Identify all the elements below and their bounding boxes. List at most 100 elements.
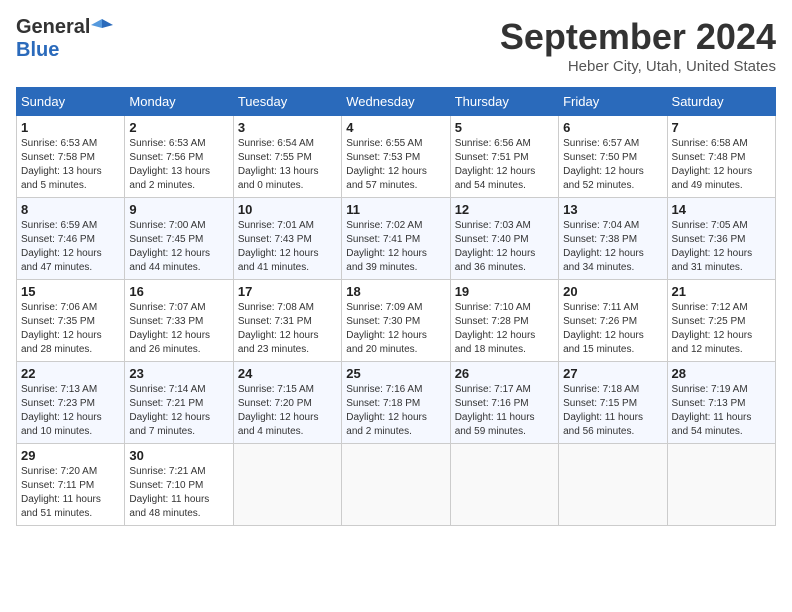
day-info: Sunrise: 7:09 AMSunset: 7:30 PMDaylight:… [346,301,445,357]
calendar-cell: 12Sunrise: 7:03 AMSunset: 7:40 PMDayligh… [450,198,558,280]
day-info: Sunrise: 7:18 AMSunset: 7:15 PMDaylight:… [563,383,662,439]
day-number: 14 [672,202,771,217]
calendar-cell: 25 Sunrise: 7:16 AMSunset: 7:18 PMDayligh… [342,362,450,444]
day-info: Sunrise: 7:20 AMSunset: 7:11 PMDaylight:… [21,465,120,521]
day-number: 4 [346,120,445,135]
day-info: Sunrise: 6:57 AMSunset: 7:50 PMDaylight:… [563,137,662,193]
day-info: Sunrise: 6:54 AMSunset: 7:55 PMDaylight:… [238,137,337,193]
day-info: Sunrise: 7:21 AMSunset: 7:10 PMDaylight:… [129,465,228,521]
day-info: Sunrise: 7:10 AMSunset: 7:28 PMDaylight:… [455,301,554,357]
header-friday: Friday [559,88,667,116]
day-number: 24 [238,366,337,381]
day-number: 8 [21,202,120,217]
page-container: General Blue September 2024 Heber City, … [16,16,776,526]
calendar-cell: 5 Sunrise: 6:56 AMSunset: 7:51 PMDaylight… [450,116,558,198]
logo-general-text: General [16,16,90,39]
day-info: Sunrise: 7:16 AMSunset: 7:18 PMDaylight:… [346,383,445,439]
logo-blue-text: Blue [16,39,59,61]
calendar-table: Sunday Monday Tuesday Wednesday Thursday… [16,87,776,526]
day-number: 20 [563,284,662,299]
day-number: 21 [672,284,771,299]
day-info: Sunrise: 6:58 AMSunset: 7:48 PMDaylight:… [672,137,771,193]
header-tuesday: Tuesday [233,88,341,116]
calendar-cell: 7 Sunrise: 6:58 AMSunset: 7:48 PMDaylight… [667,116,775,198]
calendar-cell: 9Sunrise: 7:00 AMSunset: 7:45 PMDaylight… [125,198,233,280]
calendar-week-row: 1Sunrise: 6:53 AMSunset: 7:58 PMDaylight… [17,116,776,198]
day-number: 17 [238,284,337,299]
day-number: 6 [563,120,662,135]
day-info: Sunrise: 7:11 AMSunset: 7:26 PMDaylight:… [563,301,662,357]
day-info: Sunrise: 7:14 AMSunset: 7:21 PMDaylight:… [129,383,228,439]
calendar-cell: 15 Sunrise: 7:06 AMSunset: 7:35 PMDayligh… [17,280,125,362]
calendar-cell: 22 Sunrise: 7:13 AMSunset: 7:23 PMDayligh… [17,362,125,444]
day-info: Sunrise: 7:08 AMSunset: 7:31 PMDaylight:… [238,301,337,357]
calendar-week-row: 15 Sunrise: 7:06 AMSunset: 7:35 PMDayligh… [17,280,776,362]
day-info: Sunrise: 6:56 AMSunset: 7:51 PMDaylight:… [455,137,554,193]
calendar-cell [450,444,558,526]
calendar-cell: 13 Sunrise: 7:04 AMSunset: 7:38 PMDayligh… [559,198,667,280]
calendar-cell: 10Sunrise: 7:01 AMSunset: 7:43 PMDayligh… [233,198,341,280]
day-info: Sunrise: 7:02 AMSunset: 7:41 PMDaylight:… [346,219,445,275]
day-info: Sunrise: 6:55 AMSunset: 7:53 PMDaylight:… [346,137,445,193]
calendar-cell [667,444,775,526]
day-info: Sunrise: 6:59 AMSunset: 7:46 PMDaylight:… [21,219,120,275]
day-info: Sunrise: 7:13 AMSunset: 7:23 PMDaylight:… [21,383,120,439]
day-info: Sunrise: 7:04 AMSunset: 7:38 PMDaylight:… [563,219,662,275]
day-number: 23 [129,366,228,381]
calendar-cell [233,444,341,526]
calendar-cell: 1Sunrise: 6:53 AMSunset: 7:58 PMDaylight… [17,116,125,198]
calendar-cell: 24Sunrise: 7:15 AMSunset: 7:20 PMDayligh… [233,362,341,444]
calendar-cell: 2 Sunrise: 6:53 AMSunset: 7:56 PMDaylight… [125,116,233,198]
calendar-cell: 30 Sunrise: 7:21 AMSunset: 7:10 PMDayligh… [125,444,233,526]
day-number: 25 [346,366,445,381]
day-number: 22 [21,366,120,381]
calendar-cell: 20 Sunrise: 7:11 AMSunset: 7:26 PMDayligh… [559,280,667,362]
day-number: 2 [129,120,228,135]
day-number: 10 [238,202,337,217]
title-section: September 2024 Heber City, Utah, United … [500,16,776,75]
month-title: September 2024 [500,16,776,58]
day-info: Sunrise: 7:00 AMSunset: 7:45 PMDaylight:… [129,219,228,275]
logo: General Blue [16,16,114,62]
day-info: Sunrise: 7:07 AMSunset: 7:33 PMDaylight:… [129,301,228,357]
day-number: 28 [672,366,771,381]
calendar-cell: 23 Sunrise: 7:14 AMSunset: 7:21 PMDayligh… [125,362,233,444]
day-number: 11 [346,202,445,217]
calendar-cell: 6 Sunrise: 6:57 AMSunset: 7:50 PMDaylight… [559,116,667,198]
day-info: Sunrise: 7:05 AMSunset: 7:36 PMDaylight:… [672,219,771,275]
weekday-header-row: Sunday Monday Tuesday Wednesday Thursday… [17,88,776,116]
calendar-cell: 11 Sunrise: 7:02 AMSunset: 7:41 PMDayligh… [342,198,450,280]
header-wednesday: Wednesday [342,88,450,116]
day-info: Sunrise: 6:53 AMSunset: 7:56 PMDaylight:… [129,137,228,193]
day-info: Sunrise: 6:53 AMSunset: 7:58 PMDaylight:… [21,137,120,193]
header-saturday: Saturday [667,88,775,116]
day-number: 16 [129,284,228,299]
calendar-cell: 4 Sunrise: 6:55 AMSunset: 7:53 PMDaylight… [342,116,450,198]
calendar-cell: 3 Sunrise: 6:54 AMSunset: 7:55 PMDaylight… [233,116,341,198]
logo-bird-icon [91,17,113,39]
header-sunday: Sunday [17,88,125,116]
calendar-cell: 21 Sunrise: 7:12 AMSunset: 7:25 PMDayligh… [667,280,775,362]
calendar-cell: 29Sunrise: 7:20 AMSunset: 7:11 PMDayligh… [17,444,125,526]
day-info: Sunrise: 7:06 AMSunset: 7:35 PMDaylight:… [21,301,120,357]
day-info: Sunrise: 7:19 AMSunset: 7:13 PMDaylight:… [672,383,771,439]
day-info: Sunrise: 7:12 AMSunset: 7:25 PMDaylight:… [672,301,771,357]
day-number: 15 [21,284,120,299]
calendar-cell: 19Sunrise: 7:10 AMSunset: 7:28 PMDayligh… [450,280,558,362]
header-monday: Monday [125,88,233,116]
day-number: 7 [672,120,771,135]
header-thursday: Thursday [450,88,558,116]
day-number: 5 [455,120,554,135]
calendar-cell: 16 Sunrise: 7:07 AMSunset: 7:33 PMDayligh… [125,280,233,362]
location-subtitle: Heber City, Utah, United States [500,58,776,75]
calendar-week-row: 22 Sunrise: 7:13 AMSunset: 7:23 PMDayligh… [17,362,776,444]
calendar-cell: 26Sunrise: 7:17 AMSunset: 7:16 PMDayligh… [450,362,558,444]
calendar-cell [559,444,667,526]
day-number: 3 [238,120,337,135]
day-info: Sunrise: 7:17 AMSunset: 7:16 PMDaylight:… [455,383,554,439]
calendar-cell: 28 Sunrise: 7:19 AMSunset: 7:13 PMDayligh… [667,362,775,444]
day-number: 30 [129,448,228,463]
calendar-cell: 17 Sunrise: 7:08 AMSunset: 7:31 PMDayligh… [233,280,341,362]
day-number: 13 [563,202,662,217]
calendar-cell: 8 Sunrise: 6:59 AMSunset: 7:46 PMDaylight… [17,198,125,280]
